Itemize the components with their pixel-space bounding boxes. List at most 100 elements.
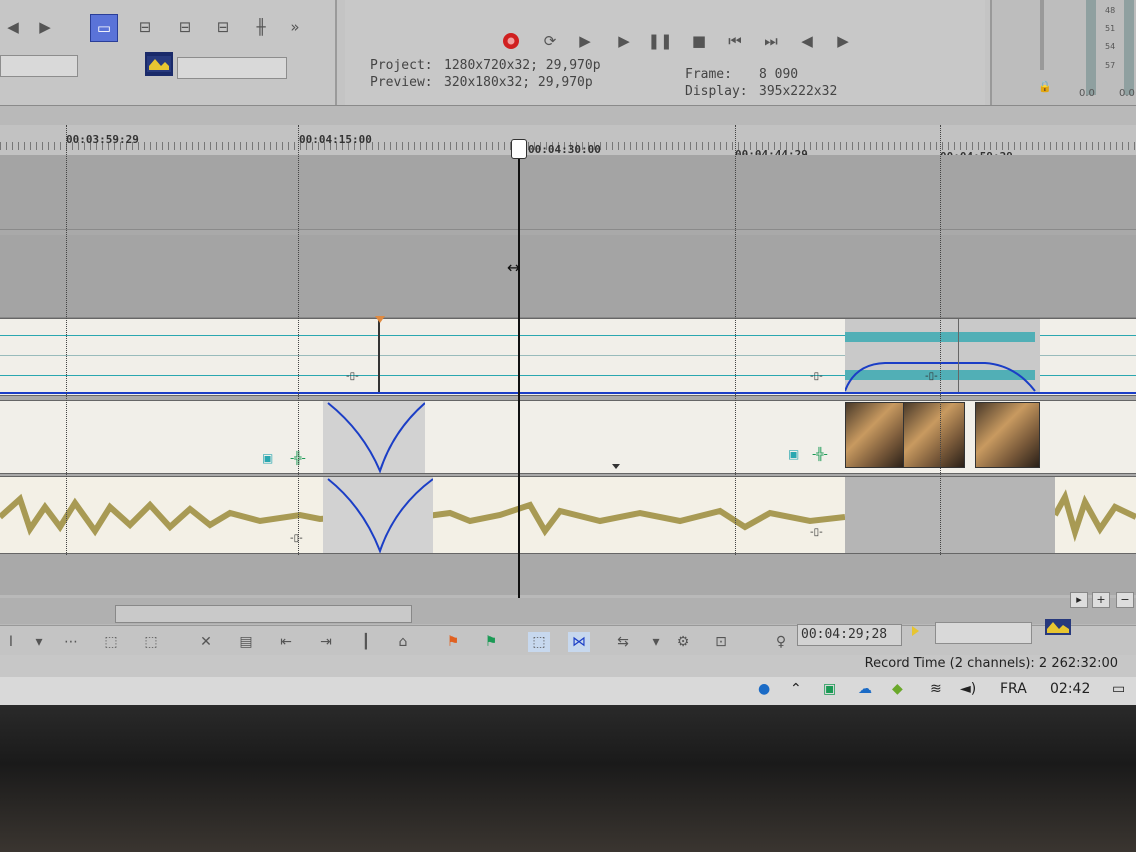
clip-handle-icon[interactable]: -▯- bbox=[925, 371, 938, 382]
video-track[interactable]: ▣ -╬- ▣ -╬- bbox=[0, 400, 1136, 474]
trim-icon[interactable]: ⊟ bbox=[172, 14, 198, 40]
go-to-end-icon[interactable]: ⏭ bbox=[760, 30, 782, 52]
next-frame-icon[interactable]: ▶ bbox=[832, 30, 854, 52]
language-indicator[interactable]: FRA bbox=[1000, 681, 1027, 697]
trim-icon[interactable]: ▤ bbox=[235, 632, 257, 652]
split-icon[interactable]: ┃ bbox=[355, 632, 377, 652]
preview-field[interactable] bbox=[177, 57, 287, 79]
chevron-up-icon[interactable]: ⌃ bbox=[790, 681, 802, 697]
display-label: Display: bbox=[685, 84, 748, 99]
selection-length-field[interactable] bbox=[935, 622, 1032, 644]
trim-end-icon[interactable]: ⊟ bbox=[210, 14, 236, 40]
trim-start-icon[interactable]: ⇤ bbox=[275, 632, 297, 652]
tray-app-icon[interactable]: ▣ bbox=[823, 681, 836, 697]
trimmer-field[interactable] bbox=[0, 55, 78, 77]
ruler-mark: 00:03:59:29 bbox=[66, 133, 139, 146]
fade-marker-icon[interactable] bbox=[375, 316, 385, 323]
pan-crop-icon[interactable]: ▣ bbox=[788, 447, 799, 461]
preview-value: 320x180x32; 29,970p bbox=[444, 75, 593, 90]
prev-icon[interactable]: ◀ bbox=[0, 14, 26, 40]
zoom-in-icon[interactable]: + bbox=[1092, 592, 1110, 608]
scroll-right-icon[interactable]: ▸ bbox=[1070, 592, 1088, 608]
edit-tool-icon[interactable]: I bbox=[0, 632, 22, 652]
selection-tool-icon[interactable]: ⬚ bbox=[100, 632, 122, 652]
cloud-icon[interactable]: ☁ bbox=[858, 681, 872, 697]
video-thumbnail[interactable] bbox=[975, 402, 1040, 468]
audio-track-2[interactable]: -▯- -▯- bbox=[0, 476, 1136, 554]
auto-crossfade-icon[interactable]: ⋈ bbox=[568, 632, 590, 652]
empty-track[interactable] bbox=[0, 155, 1136, 230]
zoom-tool-icon[interactable]: ⬚ bbox=[140, 632, 162, 652]
network-status-icon[interactable]: ● bbox=[758, 681, 770, 697]
playhead-cursor[interactable] bbox=[518, 140, 520, 600]
speaker-icon[interactable]: ◄) bbox=[960, 681, 976, 697]
bulb-icon: ♀ bbox=[775, 634, 787, 650]
lock-event-icon[interactable]: ⌂ bbox=[392, 632, 414, 652]
audio-track-1[interactable]: -▯- -▯- -▯- bbox=[0, 316, 1136, 396]
split-icon[interactable]: ╫ bbox=[248, 14, 274, 40]
frame-value: 8 090 bbox=[759, 67, 799, 82]
nvidia-icon[interactable]: ◆ bbox=[892, 681, 903, 697]
loop-icon[interactable]: ⟳ bbox=[539, 30, 561, 52]
empty-track[interactable] bbox=[0, 235, 1136, 318]
delete-icon[interactable]: ✕ bbox=[195, 632, 217, 652]
display-info: Display: 395x222x32 bbox=[685, 84, 837, 99]
ruler-mark: 00:04:15:00 bbox=[299, 133, 372, 146]
frame-info: Frame: 8 090 bbox=[685, 67, 798, 82]
video-thumbnail[interactable] bbox=[903, 402, 965, 468]
clip-handle-icon[interactable]: -▯- bbox=[810, 527, 823, 538]
selection-mode-icon[interactable]: ▭ bbox=[90, 14, 118, 42]
grid-line bbox=[940, 125, 941, 555]
notification-icon[interactable]: ▭ bbox=[1112, 681, 1125, 697]
pan-crop-icon[interactable]: ▣ bbox=[262, 451, 273, 465]
preview-quality-icon[interactable] bbox=[145, 52, 173, 76]
more-chevron-icon[interactable]: » bbox=[282, 14, 308, 40]
ripple-edit-icon[interactable]: ⇆ bbox=[612, 632, 634, 652]
preview-quality-icon[interactable] bbox=[1045, 619, 1071, 639]
zoom-out-icon[interactable]: − bbox=[1116, 592, 1134, 608]
meter-left-value: 0.0 bbox=[1079, 88, 1095, 99]
stop-icon[interactable]: ■ bbox=[688, 30, 710, 52]
trim-end-icon[interactable]: ⇥ bbox=[315, 632, 337, 652]
audio-clip-teal[interactable] bbox=[844, 319, 1040, 393]
play-icon[interactable]: ▶ bbox=[613, 30, 635, 52]
master-fader[interactable] bbox=[1040, 0, 1044, 70]
crossfade-region[interactable] bbox=[323, 477, 434, 554]
lock-envelopes-icon[interactable]: ⚙ bbox=[672, 632, 694, 652]
region-icon[interactable]: ⚑ bbox=[480, 632, 502, 652]
wifi-icon[interactable]: ≋ bbox=[930, 681, 942, 697]
crossfade-region[interactable] bbox=[323, 401, 426, 474]
playhead-handle[interactable] bbox=[511, 139, 527, 159]
trim-start-icon[interactable]: ⊟ bbox=[132, 14, 158, 40]
clock[interactable]: 02:42 bbox=[1050, 681, 1090, 697]
meter-scale-48: 48 bbox=[1105, 6, 1116, 15]
vegas-editor-window: ◀ ▶ ▭ ⊟ ⊟ ⊟ ╫ » ⟳ ▶ ▶ ❚❚ ■ ⏮ ⏭ ◀ ▶ Proje… bbox=[0, 0, 1136, 705]
ignore-grouping-icon[interactable]: ⊡ bbox=[710, 632, 732, 652]
volume-envelope[interactable] bbox=[0, 392, 1136, 394]
dropdown-arrow-icon[interactable]: ▾ bbox=[28, 632, 50, 652]
prev-frame-icon[interactable]: ◀ bbox=[796, 30, 818, 52]
project-label: Project: bbox=[370, 58, 433, 73]
envelope-tool-icon[interactable]: ⋯ bbox=[60, 632, 82, 652]
play-from-start-icon[interactable]: ▶ bbox=[574, 30, 596, 52]
go-to-start-icon[interactable]: ⏮ bbox=[724, 30, 746, 52]
next-icon[interactable]: ▶ bbox=[32, 14, 58, 40]
dropdown-arrow-icon[interactable]: ▾ bbox=[645, 632, 667, 652]
scroll-thumb[interactable] bbox=[115, 605, 412, 623]
clip-handle-icon[interactable]: -▯- bbox=[290, 533, 303, 544]
video-thumbnail[interactable] bbox=[845, 402, 905, 468]
clip-handle-icon[interactable]: -▯- bbox=[346, 371, 359, 382]
clip-handle-icon[interactable]: -▯- bbox=[810, 371, 823, 382]
resize-cursor-icon: ↔ bbox=[507, 258, 521, 277]
top-toolbar: ◀ ▶ ▭ ⊟ ⊟ ⊟ ╫ » ⟳ ▶ ▶ ❚❚ ■ ⏮ ⏭ ◀ ▶ Proje… bbox=[0, 0, 1136, 106]
snapping-icon[interactable]: ⬚ bbox=[528, 632, 550, 652]
marker-icon[interactable]: ⚑ bbox=[442, 632, 464, 652]
preview-info: Preview: 320x180x32; 29,970p bbox=[370, 75, 593, 90]
display-value: 395x222x32 bbox=[759, 84, 838, 99]
lock-icon[interactable]: 🔒 bbox=[1038, 80, 1052, 93]
record-icon[interactable] bbox=[500, 30, 522, 52]
cursor-time-field[interactable]: 00:04:29;28 bbox=[797, 624, 902, 646]
event-fx-icon[interactable]: -╬- bbox=[812, 447, 828, 461]
pause-icon[interactable]: ❚❚ bbox=[647, 30, 672, 52]
grid-line bbox=[298, 125, 299, 555]
